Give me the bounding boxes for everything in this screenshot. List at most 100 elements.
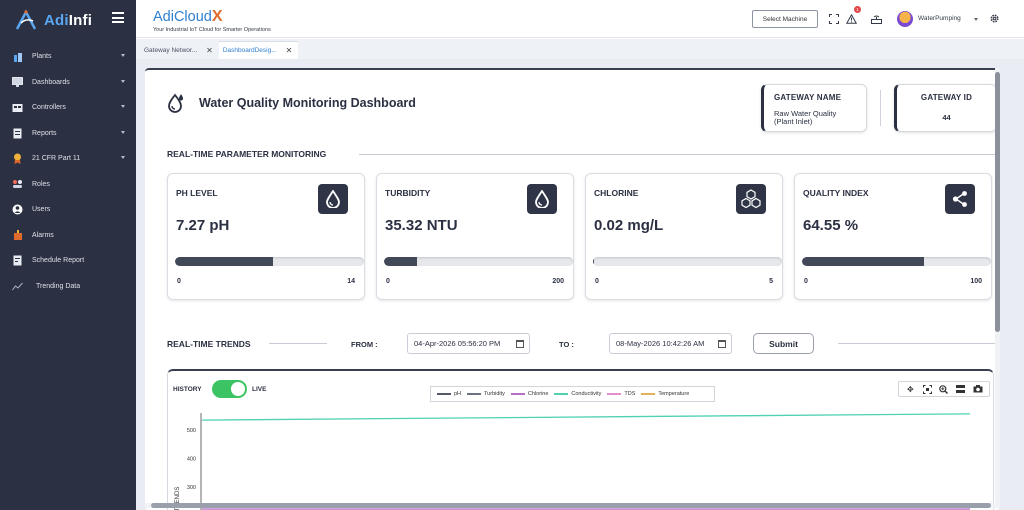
close-icon[interactable]: ✕ bbox=[206, 46, 213, 55]
sidebar-item-controllers[interactable]: Controllers bbox=[0, 95, 136, 121]
section-title-trends: REAL-TIME TRENDS bbox=[167, 339, 251, 349]
sidebar-item-label: 21 CFR Part 11 bbox=[32, 155, 81, 163]
tab-dashboard-designer[interactable]: DashboardDesig... ✕ bbox=[218, 41, 299, 59]
divider bbox=[359, 154, 995, 155]
sidebar-item-alarms[interactable]: Alarms bbox=[0, 223, 136, 249]
brand-tagline: Your Industrial IoT Cloud for Smarter Op… bbox=[153, 27, 271, 33]
sidebar-item-label: Plants bbox=[32, 53, 52, 61]
trend-plot: TRENDS 500400300200 bbox=[175, 413, 971, 510]
network-nodes-icon bbox=[945, 184, 975, 214]
range-min: 0 bbox=[386, 278, 390, 285]
sidebar-item-trending-data[interactable]: Trending Data bbox=[0, 274, 136, 300]
level-bar bbox=[384, 257, 573, 266]
close-icon[interactable]: ✕ bbox=[286, 46, 293, 55]
sidebar-item-roles[interactable]: Roles bbox=[0, 172, 136, 198]
level-bar bbox=[802, 257, 991, 266]
monitor-icon bbox=[12, 77, 23, 88]
fullscreen-icon[interactable] bbox=[827, 12, 840, 25]
level-bar bbox=[175, 257, 364, 266]
card-value: 35.32 NTU bbox=[385, 217, 458, 234]
router-icon[interactable] bbox=[870, 12, 883, 25]
sidebar-item-label: Trending Data bbox=[36, 282, 81, 290]
trend-chart-panel: HISTORY LIVE pH Turbidity Chlorine Condu… bbox=[167, 369, 994, 510]
horizontal-scrollbar[interactable] bbox=[145, 503, 1000, 508]
level-bar bbox=[593, 257, 782, 266]
pan-icon[interactable]: ✥ bbox=[905, 384, 916, 395]
sidebar-item-label: Alarms bbox=[32, 231, 54, 239]
range-min: 0 bbox=[595, 278, 599, 285]
controller-icon bbox=[12, 102, 23, 113]
sidebar-item-21-cfr[interactable]: 21 CFR Part 11 bbox=[0, 146, 136, 172]
vertical-scrollbar[interactable] bbox=[995, 68, 1000, 504]
card-chlorine: CHLORINE 0.02 mg/L 0 5 bbox=[585, 173, 783, 300]
legend-item-conductivity[interactable]: Conductivity bbox=[554, 391, 601, 397]
menu-toggle-icon[interactable] bbox=[112, 12, 124, 23]
calendar-icon[interactable] bbox=[718, 340, 726, 348]
section-title-monitoring: REAL-TIME PARAMETER MONITORING bbox=[167, 149, 327, 159]
legend-swatch bbox=[554, 393, 569, 395]
sidebar-item-plants[interactable]: Plants bbox=[0, 44, 136, 70]
sidebar-item-dashboards[interactable]: Dashboards bbox=[0, 70, 136, 96]
legend-item-tds[interactable]: TDS bbox=[607, 391, 635, 397]
water-drops-icon bbox=[168, 93, 183, 113]
report-icon bbox=[12, 128, 23, 139]
tab-label: DashboardDesig... bbox=[222, 47, 277, 54]
user-name[interactable]: WaterPumping bbox=[918, 15, 961, 22]
menu-icon[interactable] bbox=[955, 384, 966, 395]
avatar[interactable] bbox=[897, 11, 913, 27]
tab-gateway-network[interactable]: Gateway Networ... ✕ bbox=[140, 41, 219, 59]
card-value: 0.02 mg/L bbox=[594, 217, 664, 234]
page-title: Water Quality Monitoring Dashboard bbox=[199, 96, 416, 110]
logo-text: AdiInfi bbox=[44, 11, 93, 29]
to-date-input[interactable]: 08-May-2026 10:42:26 AM bbox=[609, 333, 732, 354]
box-zoom-icon[interactable] bbox=[922, 384, 933, 395]
range-min: 0 bbox=[177, 278, 181, 285]
alert-icon[interactable] bbox=[845, 12, 858, 25]
from-date-value: 04-Apr-2026 05:56:20 PM bbox=[414, 339, 501, 348]
history-live-toggle[interactable] bbox=[212, 380, 247, 398]
alarm-icon bbox=[12, 230, 23, 241]
legend-item-chlorine[interactable]: Chlorine bbox=[510, 391, 548, 397]
camera-icon[interactable] bbox=[972, 384, 983, 395]
from-date-input[interactable]: 04-Apr-2026 05:56:20 PM bbox=[407, 333, 530, 354]
brand-name: AdiCloudX bbox=[153, 8, 223, 25]
sidebar-item-users[interactable]: Users bbox=[0, 197, 136, 223]
level-bar-fill bbox=[593, 257, 594, 266]
card-value: 7.27 pH bbox=[176, 217, 230, 234]
legend-swatch bbox=[510, 393, 525, 395]
card-ph-level: PH LEVEL 7.27 pH 0 14 bbox=[167, 173, 365, 300]
divider bbox=[838, 343, 995, 344]
gear-icon[interactable] bbox=[988, 12, 1001, 25]
hexagon-molecule-icon bbox=[736, 184, 766, 214]
level-bar-fill bbox=[175, 257, 274, 266]
roles-icon bbox=[12, 179, 23, 190]
gateway-id-label: GATEWAY ID bbox=[920, 93, 973, 102]
chevron-down-icon[interactable] bbox=[974, 18, 978, 21]
y-tick-label: 300 bbox=[187, 485, 196, 491]
gateway-name-card: GATEWAY NAME Raw Water Quality (Plant In… bbox=[761, 84, 867, 132]
legend-swatch bbox=[437, 393, 451, 395]
toggle-knob bbox=[231, 382, 245, 396]
submit-button[interactable]: Submit bbox=[753, 333, 814, 354]
zoom-in-icon[interactable] bbox=[938, 384, 949, 395]
legend-item-temperature[interactable]: Temperature bbox=[641, 391, 689, 397]
trend-icon bbox=[12, 281, 23, 292]
select-machine-button[interactable]: Select Machine bbox=[752, 10, 818, 28]
scrollbar-thumb[interactable] bbox=[995, 72, 1000, 332]
series-line-conductivity[interactable] bbox=[201, 413, 971, 421]
tab-label: Gateway Networ... bbox=[144, 46, 198, 54]
sidebar-item-schedule-report[interactable]: Schedule Report bbox=[0, 248, 136, 274]
legend-item-turbidity[interactable]: Turbidity bbox=[467, 391, 505, 397]
y-tick-label: 500 bbox=[187, 428, 196, 434]
calendar-icon[interactable] bbox=[516, 340, 524, 348]
card-label: CHLORINE bbox=[594, 188, 639, 198]
to-date-value: 08-May-2026 10:42:26 AM bbox=[616, 339, 705, 348]
history-label: HISTORY bbox=[173, 386, 202, 393]
card-label: QUALITY INDEX bbox=[803, 188, 869, 198]
sidebar-item-reports[interactable]: Reports bbox=[0, 121, 136, 147]
legend-item-ph[interactable]: pH bbox=[437, 391, 461, 397]
divider bbox=[269, 343, 327, 344]
sidebar-item-label: Users bbox=[32, 206, 51, 214]
main-area: Water Quality Monitoring Dashboard GATEW… bbox=[136, 59, 1024, 510]
scrollbar-thumb[interactable] bbox=[151, 503, 991, 508]
